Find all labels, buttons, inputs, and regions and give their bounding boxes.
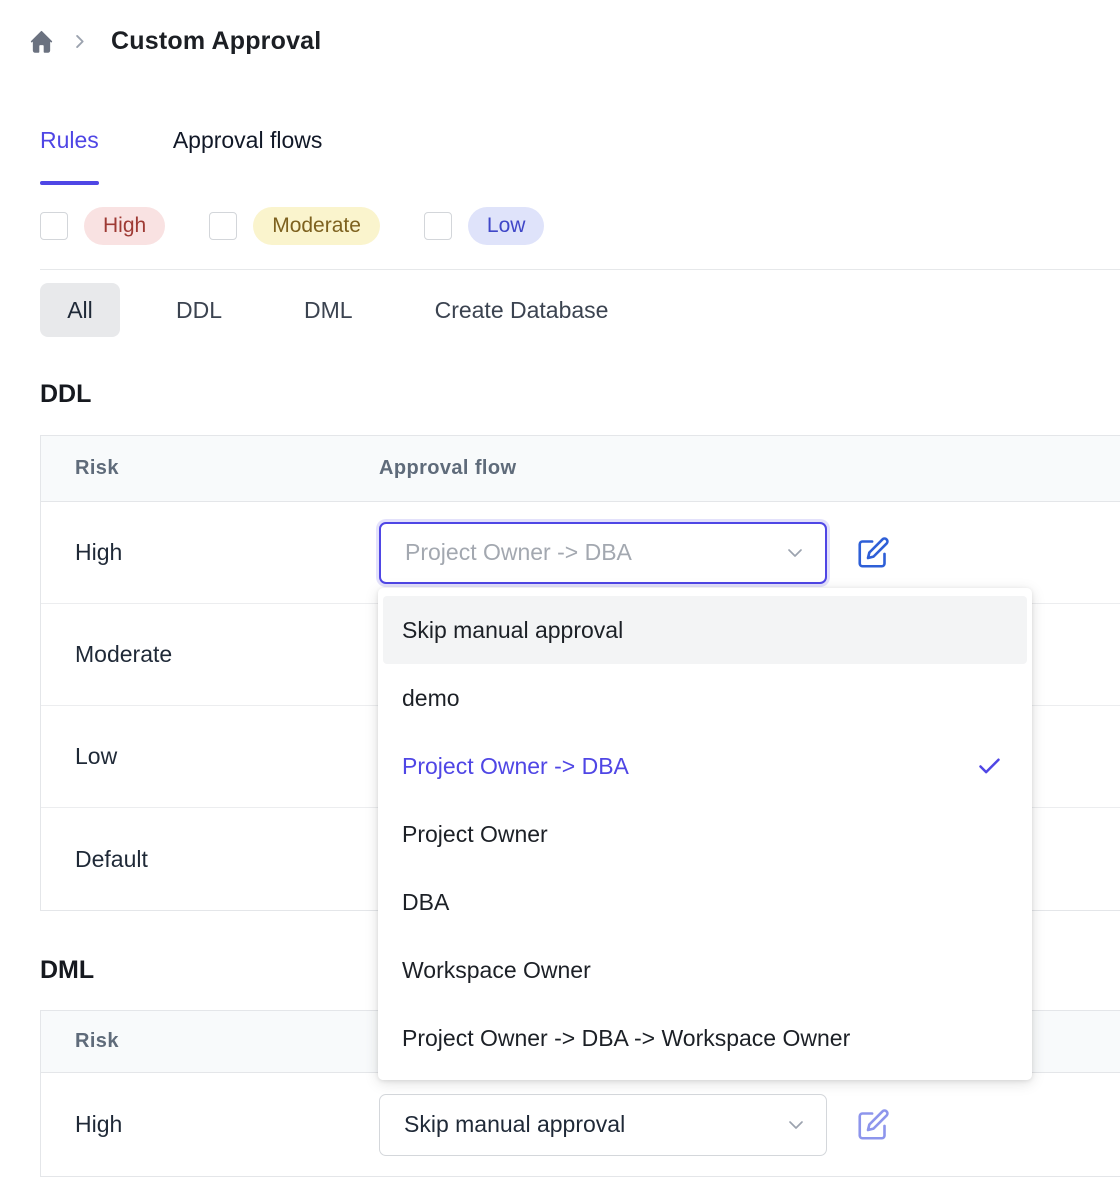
ddl-high-approval-flow-select[interactable]: Project Owner -> DBA [379,522,827,584]
tab-approval-flows[interactable]: Approval flows [173,126,323,154]
category-tab-dml[interactable]: DML [278,297,379,324]
home-icon[interactable] [28,28,55,55]
filter-low[interactable]: Low [424,207,545,245]
risk-cell: Default [41,846,379,873]
dml-high-approval-flow-select[interactable]: Skip manual approval [379,1094,827,1156]
edit-pencil-square-icon [857,1108,890,1141]
dropdown-item[interactable]: Project Owner [383,800,1027,868]
select-value: Project Owner -> DBA [381,539,632,566]
dropdown-item-label: Skip manual approval [402,617,623,644]
risk-cell: Low [41,743,379,770]
ddl-approval-flow-column-header: Approval flow [379,457,516,480]
filter-high[interactable]: High [40,207,165,245]
select-value: Skip manual approval [380,1111,625,1138]
high-badge[interactable]: High [84,207,165,245]
low-badge[interactable]: Low [468,207,545,245]
dropdown-item-label: Project Owner [402,821,548,848]
dml-high-edit-flow-button[interactable] [854,1106,892,1144]
chevron-down-icon [784,1113,808,1137]
low-checkbox[interactable] [424,212,452,240]
approval-flow-cell: Skip manual approval [379,1094,892,1156]
category-tabs: All DDL DML Create Database [40,283,1120,337]
custom-approval-page: Custom Approval Rules Approval flows Hig… [0,0,1120,1180]
ddl-section-title: DDL [40,379,1120,409]
risk-cell: High [41,1111,379,1138]
dropdown-item-selected[interactable]: Project Owner -> DBA [383,732,1027,800]
filter-moderate[interactable]: Moderate [209,207,380,245]
ddl-high-edit-flow-button[interactable] [854,534,892,572]
ddl-risk-column-header: Risk [41,457,379,480]
category-tab-all[interactable]: All [40,283,120,337]
high-checkbox[interactable] [40,212,68,240]
check-icon [976,753,1003,780]
dropdown-item-label: Project Owner -> DBA [402,753,629,780]
dropdown-item[interactable]: DBA [383,868,1027,936]
dropdown-item-label: Workspace Owner [402,957,591,984]
dropdown-item-label: Project Owner -> DBA -> Workspace Owner [402,1025,850,1052]
dropdown-item[interactable]: Project Owner -> DBA -> Workspace Owner [383,1004,1027,1072]
risk-cell: High [41,539,379,566]
risk-filters: High Moderate Low [40,207,1120,245]
category-tab-create-database[interactable]: Create Database [409,297,635,324]
top-tabs: Rules Approval flows [40,126,1120,154]
filters-divider [40,269,1120,270]
page-title: Custom Approval [111,27,321,56]
tab-rules[interactable]: Rules [40,126,99,154]
chevron-right-icon [70,32,89,51]
dropdown-item-label: demo [402,685,460,712]
chevron-down-icon [783,541,807,565]
approval-flow-dropdown-menu: Skip manual approval demo Project Owner … [378,588,1032,1080]
dropdown-item-label: DBA [402,889,449,916]
moderate-checkbox[interactable] [209,212,237,240]
breadcrumb: Custom Approval [0,0,1120,56]
ddl-table-header: Risk Approval flow [41,436,1120,502]
dml-risk-column-header: Risk [41,1030,379,1053]
moderate-badge[interactable]: Moderate [253,207,380,245]
table-row: High Skip manual approval [41,1073,1120,1176]
category-tab-ddl[interactable]: DDL [150,297,248,324]
dropdown-item[interactable]: Skip manual approval [383,596,1027,664]
approval-flow-cell: Project Owner -> DBA [379,522,892,584]
risk-cell: Moderate [41,641,379,668]
dropdown-item[interactable]: demo [383,664,1027,732]
edit-pencil-square-icon [857,536,890,569]
dropdown-item[interactable]: Workspace Owner [383,936,1027,1004]
